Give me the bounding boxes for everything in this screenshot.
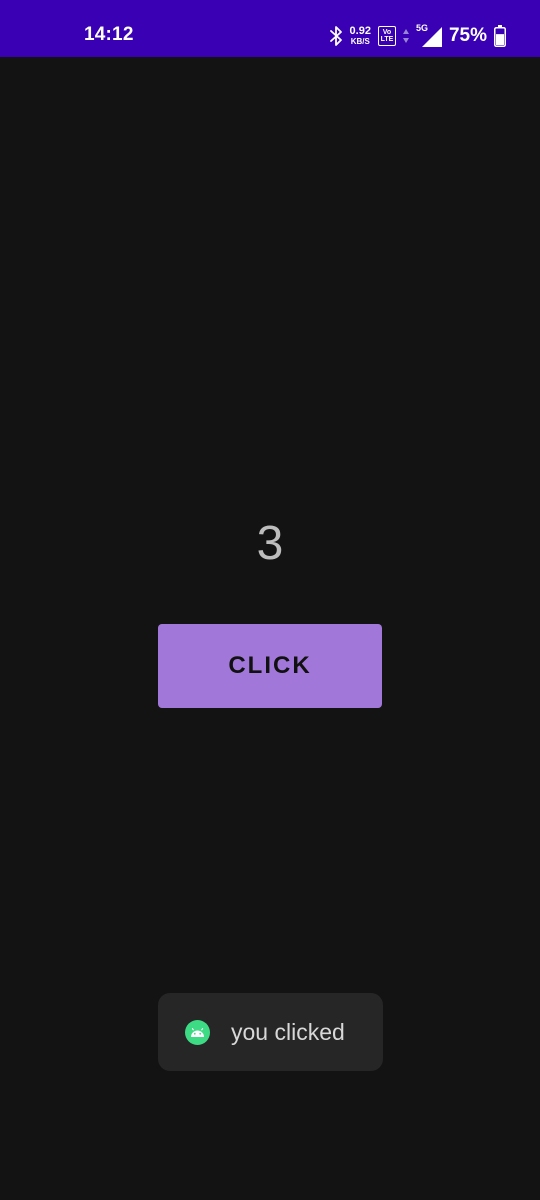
android-icon [185,1019,210,1045]
signal-icon: 5G [416,23,442,47]
click-counter: 3 [256,517,284,570]
status-bar: 14:12 0.92 KB/S Vo LTE 5G 75% [0,0,540,57]
volte-top-label: Vo [382,29,392,36]
network-speed-unit: KB/S [350,37,370,46]
status-time: 14:12 [84,24,134,45]
network-speed-value: 0.92 [349,25,371,37]
signal-triangle-icon [421,27,442,47]
network-speed: 0.92 KB/S [350,26,371,46]
volte-icon: Vo LTE [377,26,396,46]
toast-message: you clicked [158,993,383,1071]
android-head-glyph [191,1027,204,1037]
status-icons: 0.92 KB/S Vo LTE 5G 75% [329,18,506,54]
volte-bottom-label: LTE [380,36,394,43]
bluetooth-icon [329,26,342,46]
click-button[interactable]: CLICK [158,624,382,708]
toast-text: you clicked [231,1018,345,1045]
battery-percent: 75% [448,25,487,46]
data-arrows-icon [402,29,409,43]
battery-icon [494,25,506,47]
